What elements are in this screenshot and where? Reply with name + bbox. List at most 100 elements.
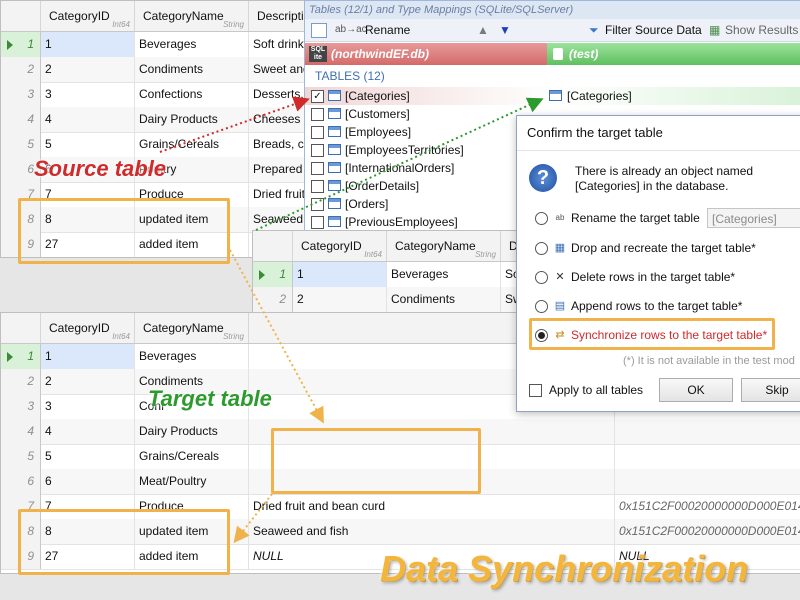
ok-button[interactable]: OK bbox=[659, 378, 733, 402]
table-cell[interactable]: Soft drinks bbox=[249, 32, 307, 57]
radio-button[interactable] bbox=[535, 300, 548, 313]
column-type-label: Int64 bbox=[364, 250, 382, 259]
table-cell[interactable]: 5 bbox=[41, 444, 135, 469]
sync-option-highlight bbox=[529, 318, 775, 350]
rename-button[interactable]: Rename bbox=[365, 21, 410, 39]
table-cell[interactable]: Confections bbox=[135, 82, 249, 107]
table-cell[interactable]: Beverages bbox=[135, 344, 249, 369]
sqlite-icon: SQL ite bbox=[309, 46, 327, 62]
table-cell[interactable]: Desserts, c bbox=[249, 82, 307, 107]
table-checkbox[interactable] bbox=[311, 126, 324, 139]
filter-source-data-button[interactable]: Filter Source Data bbox=[605, 21, 702, 39]
table-checkbox[interactable] bbox=[311, 162, 324, 175]
option-label: Append rows to the target table* bbox=[571, 299, 743, 313]
column-header-label: CategoryID bbox=[49, 321, 110, 335]
table-row[interactable]: 4 4 Dairy Products Cheeses bbox=[1, 107, 307, 133]
table-cell[interactable]: Cheeses bbox=[249, 107, 307, 132]
radio-button[interactable] bbox=[535, 242, 548, 255]
table-icon bbox=[328, 90, 341, 101]
table-cell[interactable]: Meat/Poultry bbox=[135, 469, 249, 494]
source-table-callout: Source table bbox=[34, 156, 167, 181]
table-cell[interactable]: Sweet and bbox=[249, 57, 307, 82]
table-cell[interactable]: 0x151C2F00020000000D000E01400 bbox=[615, 519, 800, 544]
radio-button[interactable] bbox=[535, 212, 548, 225]
source-table-name: [Employees] bbox=[345, 125, 412, 139]
table-cell[interactable]: 4 bbox=[41, 107, 135, 132]
table-cell[interactable]: 2 bbox=[41, 57, 135, 82]
column-header-categoryname[interactable]: CategoryName String bbox=[135, 1, 249, 31]
table-cell[interactable] bbox=[615, 419, 800, 444]
rename-target-input[interactable]: [Categories] bbox=[707, 208, 800, 228]
table-cell[interactable]: Condiments bbox=[387, 287, 501, 312]
table-checkbox[interactable] bbox=[311, 216, 324, 229]
table-row[interactable]: 55Grains/CerealsBreads, cra bbox=[1, 132, 307, 158]
table-cell[interactable]: 1 bbox=[41, 344, 135, 369]
move-up-icon[interactable]: ▲ bbox=[477, 21, 489, 39]
table-cell[interactable]: Seaweed and fish bbox=[249, 519, 615, 544]
table-cell[interactable]: 0x151C2F00020000000D000E01400 bbox=[615, 494, 800, 519]
column-header-label: Descriptio bbox=[257, 9, 308, 23]
table-cell[interactable]: Dried fruit bbox=[249, 182, 307, 207]
table-cell[interactable]: 1 bbox=[293, 262, 387, 287]
checkbox[interactable] bbox=[529, 384, 542, 397]
table-checkbox[interactable] bbox=[311, 108, 324, 121]
table-cell[interactable]: Dairy Products bbox=[135, 419, 249, 444]
table-mapping-row[interactable]: ✓ [Categories] [Categories] bbox=[305, 87, 800, 105]
row-number: 5 bbox=[1, 444, 41, 469]
radio-button[interactable] bbox=[535, 271, 548, 284]
row-number: 5 bbox=[1, 132, 41, 157]
table-row[interactable]: 1 1 Beverages Soft drinks bbox=[1, 32, 307, 58]
column-header-categoryid[interactable]: CategoryID Int64 bbox=[41, 1, 135, 31]
table-checkbox[interactable] bbox=[311, 198, 324, 211]
table-checkbox[interactable] bbox=[311, 180, 324, 193]
table-cell[interactable]: Grains/Cereals bbox=[135, 132, 249, 157]
table-row[interactable]: 2 2 Condiments Sweet and bbox=[1, 57, 307, 83]
table-cell[interactable]: 2 bbox=[293, 287, 387, 312]
table-cell[interactable]: Beverages bbox=[135, 32, 249, 57]
table-cell[interactable]: Prepared m bbox=[249, 157, 307, 182]
question-icon: ? bbox=[529, 164, 557, 192]
source-database-name: (northwindEF.db) bbox=[331, 47, 429, 61]
table-cell[interactable]: Dairy Products bbox=[135, 107, 249, 132]
table-cell[interactable]: Breads, cra bbox=[249, 132, 307, 157]
table-cell[interactable]: Condiments bbox=[135, 57, 249, 82]
column-header-categoryname[interactable]: CategoryName String bbox=[387, 231, 501, 261]
table-checkbox[interactable]: ✓ bbox=[311, 90, 324, 103]
show-results-button[interactable]: Show Results bbox=[725, 21, 798, 39]
row-number: 2 bbox=[1, 369, 41, 394]
table-cell[interactable]: 3 bbox=[41, 394, 135, 419]
table-cell[interactable] bbox=[615, 469, 800, 494]
table-cell[interactable]: 2 bbox=[41, 369, 135, 394]
table-icon bbox=[328, 108, 341, 119]
table-checkbox[interactable] bbox=[311, 144, 324, 157]
source-rows-highlight bbox=[18, 198, 230, 264]
table-cell[interactable] bbox=[615, 444, 800, 469]
column-header-categoryname[interactable]: CategoryName String bbox=[135, 313, 249, 343]
table-cell[interactable]: 1 bbox=[41, 32, 135, 57]
table-cell[interactable]: Grains/Cereals bbox=[135, 444, 249, 469]
column-header-description[interactable]: Descriptio bbox=[249, 1, 308, 31]
row-number: 3 bbox=[1, 394, 41, 419]
table-row[interactable]: 3 3 Confections Desserts, c bbox=[1, 82, 307, 108]
skip-button[interactable]: Skip bbox=[741, 378, 800, 402]
table-cell[interactable]: 3 bbox=[41, 82, 135, 107]
move-down-icon[interactable]: ▼ bbox=[499, 21, 511, 39]
table-cell[interactable]: 5 bbox=[41, 132, 135, 157]
row-number-header bbox=[1, 1, 41, 31]
data-synchronization-banner: Data Synchronization bbox=[380, 548, 749, 589]
table-cell[interactable]: Beverages bbox=[387, 262, 501, 287]
table-cell[interactable]: Seaweed a bbox=[249, 207, 307, 232]
result-rows-highlight bbox=[18, 509, 230, 575]
table-cell[interactable]: 6 bbox=[41, 469, 135, 494]
table-cell[interactable]: 4 bbox=[41, 419, 135, 444]
current-row-pointer-icon bbox=[7, 352, 13, 362]
column-header-categoryid[interactable]: CategoryID Int64 bbox=[41, 313, 135, 343]
row-number: 4 bbox=[1, 107, 41, 132]
copy-icon[interactable] bbox=[311, 23, 327, 38]
table-cell[interactable]: Dried fruit and bean curd bbox=[249, 494, 615, 519]
row-number: 2 bbox=[1, 57, 41, 82]
source-table-name: [InternationalOrders] bbox=[345, 161, 455, 175]
drop-table-icon: ▦ bbox=[554, 242, 566, 254]
table-icon bbox=[328, 180, 341, 191]
column-header-categoryid[interactable]: CategoryID Int64 bbox=[293, 231, 387, 261]
